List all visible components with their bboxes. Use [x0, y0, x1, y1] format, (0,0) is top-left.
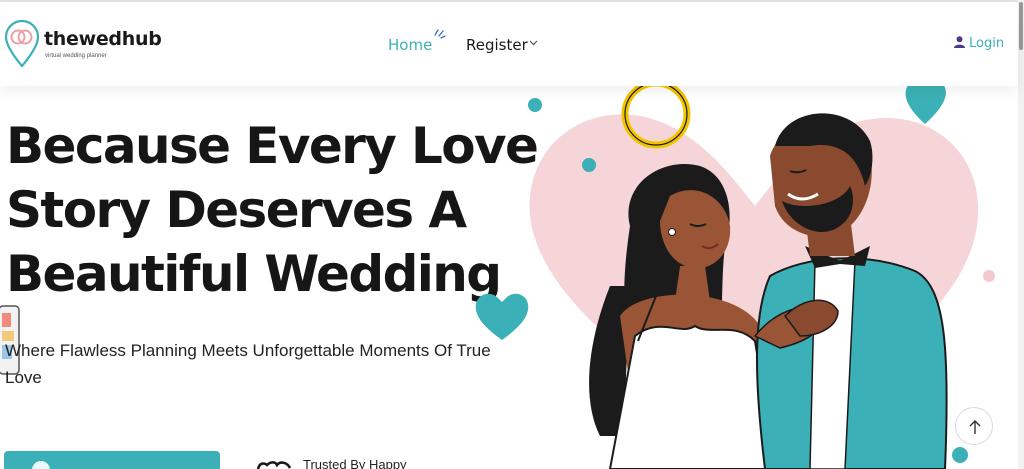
hero-title: Because Every Love Story Deserves A Beau… — [6, 114, 546, 306]
cta-icon — [32, 461, 50, 469]
site-header: thewedhub virtual wedding planner Home R… — [0, 2, 1018, 86]
trusted-text: Trusted By Happy — [303, 457, 407, 469]
nav-home-link[interactable]: Home — [388, 36, 432, 54]
chevron-down-icon[interactable] — [529, 40, 538, 46]
brand-logo[interactable]: thewedhub virtual wedding planner — [4, 20, 162, 68]
teal-heart-icon — [475, 293, 529, 340]
scrollbar-thumb[interactable] — [1019, 2, 1023, 50]
sparkle-icon — [434, 29, 446, 39]
back-to-top-button[interactable] — [955, 407, 993, 445]
login-label: Login — [969, 36, 1005, 51]
page-scrollbar[interactable] — [1018, 0, 1024, 469]
couple-illustration — [520, 86, 1018, 469]
arrow-up-icon — [969, 420, 981, 434]
hero-title-line: Beautiful Wedding — [6, 245, 502, 303]
brand-name: thewedhub — [44, 28, 162, 50]
map-pin-rings-icon — [4, 20, 40, 68]
nav-register-link[interactable]: Register — [466, 36, 528, 54]
login-link[interactable]: Login — [954, 36, 1004, 51]
hero-title-line: Story Deserves A — [6, 181, 467, 239]
brand-tagline: virtual wedding planner — [45, 53, 107, 59]
cta-button[interactable] — [4, 451, 220, 469]
hero-subtitle: Where Flawless Planning Meets Unforgetta… — [5, 341, 491, 387]
hero-title-line: Because Every Love — [6, 117, 539, 175]
heart-outline-icon — [256, 461, 292, 469]
user-icon — [954, 36, 965, 48]
